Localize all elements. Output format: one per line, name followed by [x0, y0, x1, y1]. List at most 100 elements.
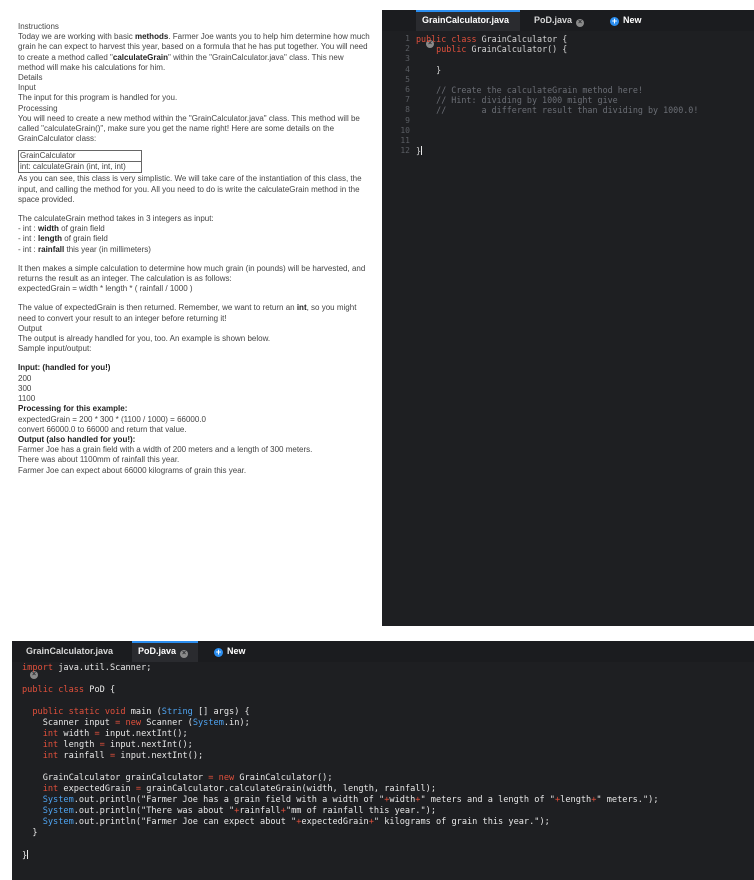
sample-output-label: Output (also handled for you!): — [18, 434, 136, 444]
param-name: length — [38, 234, 63, 244]
sample-processing-line: convert 66000.0 to 66000 and return that… — [18, 424, 187, 434]
code-type: System — [42, 806, 74, 816]
code-area[interactable]: import java.util.Scanner; public class P… — [22, 663, 659, 862]
new-tab-button[interactable]: + New — [208, 641, 264, 662]
tab-pod[interactable]: PoD.java × — [528, 10, 594, 31]
code-token: ); — [648, 795, 659, 805]
code-token: } — [436, 64, 442, 75]
return-text: The value of expectedGrain is then retur… — [18, 303, 370, 323]
code-token: expectedGrain — [301, 817, 369, 827]
param-name: width — [38, 224, 59, 234]
code-keyword: int — [42, 740, 59, 750]
line-number: 11 — [400, 136, 410, 146]
close-icon[interactable]: × — [576, 19, 585, 27]
grain-calculator-editor[interactable]: GrainCalculator.java× PoD.java × + New 1 2… — [382, 10, 754, 626]
code-string: " meters and a length of " — [420, 795, 555, 805]
line-number: 2 — [405, 44, 410, 54]
code-area[interactable]: public class GrainCalculator { public Gr… — [416, 34, 698, 156]
line-number: 12 — [400, 146, 410, 156]
tab-label: GrainCalculator.java — [422, 15, 510, 25]
processing-text: You will need to create a new method wit… — [18, 113, 360, 144]
code-token: java.util.Scanner; — [58, 663, 152, 673]
code-keyword: class — [58, 685, 85, 695]
code-type: System — [192, 718, 224, 728]
details-heading: Details — [18, 73, 43, 83]
line-number: 3 — [405, 54, 410, 64]
pod-editor[interactable]: GrainCalculator.java× PoD.java × + New imp… — [12, 641, 754, 880]
input-heading: Input — [18, 83, 36, 93]
code-token: Scanner input — [42, 718, 110, 728]
code-operator: = — [94, 729, 100, 739]
code-token: input.nextInt(); — [120, 751, 204, 761]
new-tab-label: New — [623, 15, 642, 25]
line-number: 8 — [405, 105, 410, 115]
input-text: The input for this program is handled fo… — [18, 93, 178, 103]
code-operator: = — [115, 718, 121, 728]
return-bold: int — [296, 303, 307, 313]
code-keyword: public — [32, 707, 64, 717]
intro-method-name: calculateGrain — [112, 52, 169, 62]
code-token: } — [32, 828, 38, 838]
new-tab-button[interactable]: + New — [604, 10, 660, 31]
code-token: [] args) { — [192, 707, 250, 717]
code-keyword: public — [22, 685, 54, 695]
code-keyword: new — [125, 718, 142, 728]
code-token: ); — [425, 806, 436, 816]
code-token: GrainCalculator() — [471, 44, 558, 55]
code-keyword: class — [451, 34, 477, 44]
param-rainfall: - int : rainfall this year (in millimete… — [18, 245, 370, 255]
active-tab-indicator — [416, 10, 520, 12]
code-token: ); — [539, 817, 550, 827]
tab-label: PoD.java — [138, 646, 177, 656]
code-token: { — [562, 44, 568, 55]
calc-text: It then makes a simple calculation to de… — [18, 263, 366, 284]
code-token: rainfall — [239, 806, 281, 816]
code-token: GrainCalculator — [481, 34, 558, 44]
close-icon[interactable]: × — [180, 650, 189, 658]
code-keyword: public — [416, 34, 447, 44]
line-number: 7 — [405, 95, 410, 105]
code-string: "Farmer Joe has a grain field with a wid… — [141, 795, 385, 805]
line-number: 5 — [405, 74, 410, 84]
intro-paragraph: Today we are working with basic methods.… — [18, 32, 370, 73]
tab-grain-calculator[interactable]: GrainCalculator.java× — [416, 10, 520, 48]
text-cursor — [27, 850, 29, 859]
code-type: System — [42, 795, 74, 805]
tab-grain-calculator[interactable]: GrainCalculator.java× — [20, 641, 124, 679]
simplistic-text: As you can see, this class is very simpl… — [18, 174, 362, 204]
code-token: .in); — [223, 718, 250, 728]
instructions-panel: Instructions Today we are working with b… — [18, 22, 370, 476]
code-token: input.nextInt(); — [104, 729, 188, 739]
code-string: "mm of rainfall this year." — [285, 806, 426, 816]
code-keyword: int — [42, 784, 59, 794]
code-keyword: int — [42, 729, 59, 739]
code-keyword: int — [42, 751, 59, 761]
sample-processing-label: Processing for this example: — [18, 404, 128, 414]
new-tab-label: New — [227, 646, 246, 656]
param-prefix: - int : — [18, 234, 39, 244]
code-operator: = — [135, 784, 142, 794]
code-token: .out.println( — [73, 817, 142, 827]
param-suffix: this year (in millimeters) — [64, 244, 151, 254]
code-token: input.nextInt(); — [110, 740, 193, 750]
code-type: String — [161, 707, 193, 717]
output-text: The output is already handled for you, t… — [18, 334, 271, 344]
param-name: rainfall — [38, 244, 65, 254]
sample-input-value: 300 — [18, 383, 32, 393]
code-comment: // Create the calculateGrain method here… — [436, 85, 643, 96]
param-prefix: - int : — [18, 224, 39, 234]
code-keyword: import — [22, 663, 54, 673]
tab-pod[interactable]: PoD.java × — [132, 641, 198, 662]
code-token: width — [63, 729, 90, 739]
code-type: System — [42, 817, 74, 827]
code-operator: = — [99, 740, 105, 750]
code-operator: = — [208, 773, 214, 783]
code-token: length — [63, 740, 95, 750]
sample-processing-line: expectedGrain = 200 * 300 * (1100 / 1000… — [18, 414, 206, 424]
sample-input-label: Input: (handled for you!) — [18, 363, 111, 373]
editor-tab-bar: GrainCalculator.java× PoD.java × + New — [12, 641, 754, 679]
output-heading: Output — [18, 323, 43, 333]
class-table: GrainCalculator int: calculateGrain (int… — [18, 150, 142, 174]
intro-text: Today we are working with basic — [18, 32, 135, 42]
code-token: .out.println( — [73, 806, 142, 816]
